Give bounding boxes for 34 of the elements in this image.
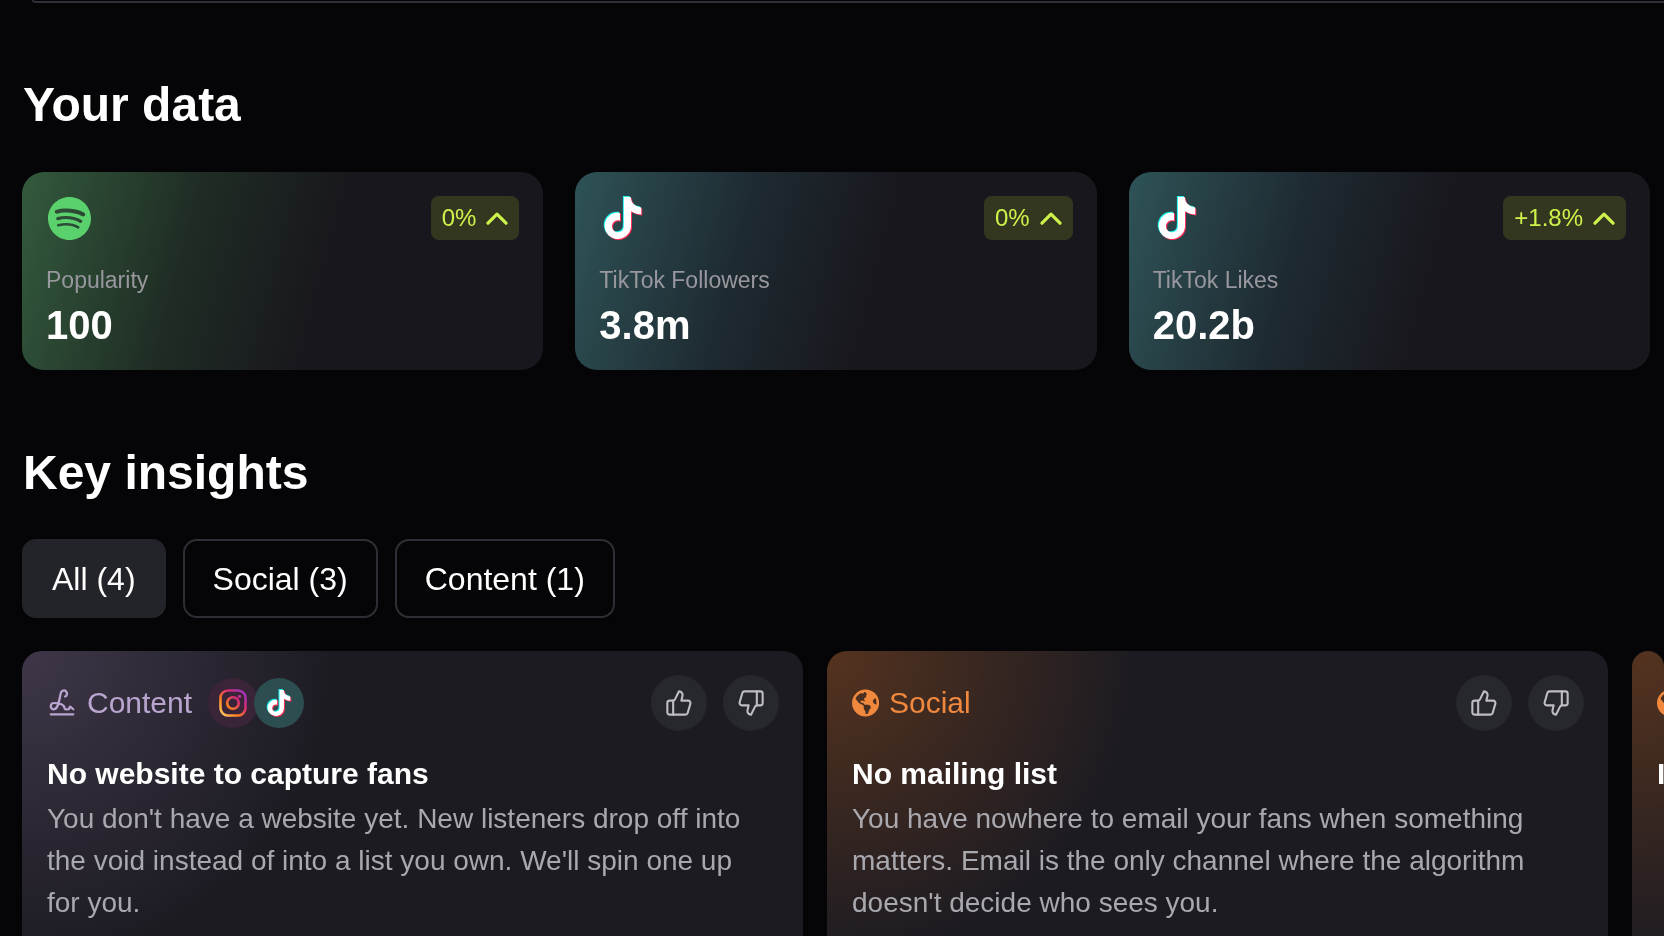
insight-text: You have nowhere to email your fans when something matters. Email is the only channel where the algorithm doesn't decide who sees you.: [852, 802, 1526, 920]
insight-title: No mailing list: [852, 756, 1058, 792]
insight-title: I: [1657, 756, 1664, 792]
sound-waves-logo-icon: [48, 196, 91, 240]
thumbs-up-icon: [1470, 689, 1498, 717]
filter-tab[interactable]: Social (3): [182, 539, 378, 618]
thumbs-down-icon: [1542, 689, 1570, 717]
chevron-up-icon: [486, 211, 509, 225]
stat-value: 3.8m: [599, 302, 691, 349]
thumbs-down-icon: [737, 689, 765, 717]
chevron-up-icon: [1593, 211, 1615, 225]
globe-icon: [852, 689, 879, 717]
globe-icon: [1657, 689, 1664, 717]
insight-title: No website to capture fans: [47, 756, 429, 792]
stat-value: 20.2b: [1152, 302, 1255, 349]
stat-label: Popularity: [46, 266, 149, 294]
section-heading: Key insights: [23, 449, 309, 497]
stat-label: TikTok Followers: [599, 266, 770, 294]
filter-tab[interactable]: All (4): [22, 539, 166, 618]
filter-tab[interactable]: Content (1): [394, 539, 615, 618]
music-note-logo-icon: [254, 678, 305, 728]
thumbs-up-icon: [665, 689, 693, 717]
change-value: 0%: [994, 204, 1030, 232]
change-value: 0%: [441, 204, 477, 232]
stat-value: 100: [46, 302, 113, 349]
pen-signature-icon: [47, 688, 77, 718]
camera-logo-icon: [208, 678, 259, 728]
insight-text: You don't have a website yet. New listeners drop off into the void instead of into a list you own. We'll spin one up for you.: [47, 802, 742, 920]
stat-label: TikTok Likes: [1152, 266, 1279, 294]
section-heading: Your data: [23, 81, 241, 129]
category-label: Content: [87, 685, 193, 721]
change-value: +1.8%: [1514, 204, 1583, 232]
category-label: Social: [889, 685, 971, 721]
chevron-up-icon: [1039, 211, 1062, 225]
